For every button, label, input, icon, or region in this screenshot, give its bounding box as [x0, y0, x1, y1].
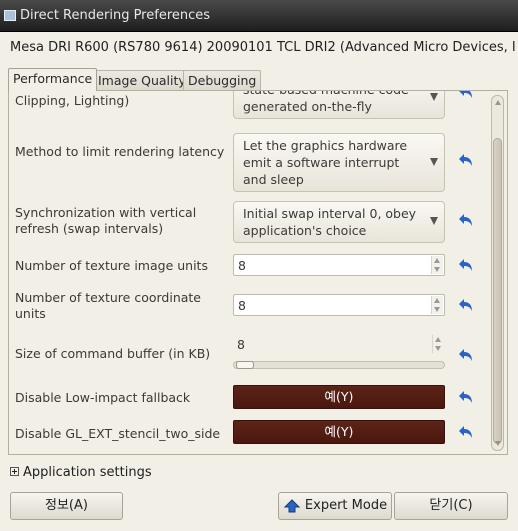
tab-performance[interactable]: Performance [8, 68, 98, 91]
latency-method-select[interactable]: Let the graphics hardware emit a softwar… [233, 133, 445, 192]
spinbox-value: 8 [237, 337, 245, 352]
chevron-down-icon [430, 217, 438, 225]
setting-label: Synchronization with vertical refresh (s… [15, 205, 197, 236]
expert-mode-label: Expert Mode [304, 498, 388, 513]
expert-mode-button[interactable]: Expert Mode [278, 492, 392, 520]
reset-icon[interactable] [459, 425, 475, 441]
command-buffer-spinbox[interactable]: 8 [233, 334, 445, 356]
spin-up-icon[interactable] [434, 258, 440, 263]
reset-icon[interactable] [459, 213, 475, 229]
select-value: Initial swap interval 0, obey applicatio… [243, 206, 417, 238]
spin-down-icon[interactable] [435, 346, 441, 351]
scroll-down-icon[interactable] [495, 441, 501, 446]
vertical-scrollbar[interactable] [491, 95, 504, 451]
lighting-mode-select[interactable]: state-based machine code generated on-th… [233, 91, 445, 119]
setting-label: Clipping, Lighting) [15, 93, 130, 108]
window-title: Direct Rendering Preferences [20, 8, 211, 23]
reset-icon[interactable] [459, 90, 475, 101]
select-value: state-based machine code generated on-th… [243, 91, 409, 114]
chevron-down-icon [430, 93, 438, 101]
expert-mode-icon [283, 498, 301, 512]
texture-coordinate-units-spinbox[interactable]: 8 [233, 294, 445, 316]
info-button[interactable]: 정보(A) [10, 492, 123, 520]
tab-debugging[interactable]: Debugging [183, 70, 262, 90]
texture-image-units-spinbox[interactable]: 8 [233, 254, 445, 276]
spin-buttons[interactable] [432, 335, 444, 353]
application-settings-label: Application settings [23, 465, 152, 480]
reset-icon[interactable] [459, 348, 475, 364]
window-app-icon[interactable] [4, 10, 16, 21]
reset-icon[interactable] [459, 153, 475, 169]
low-impact-fallback-toggle[interactable]: 예(Y) [233, 385, 445, 409]
spin-up-icon[interactable] [434, 298, 440, 303]
title-bar[interactable]: Direct Rendering Preferences [0, 0, 518, 32]
application-settings-expander[interactable]: Application settings [10, 465, 152, 480]
scroll-up-icon[interactable] [495, 100, 501, 105]
spin-down-icon[interactable] [434, 307, 440, 312]
spinbox-value: 8 [238, 258, 246, 273]
setting-label: Method to limit rendering latency [15, 144, 225, 159]
settings-panel: Clipping, Lighting) state-based machine … [8, 90, 508, 455]
setting-label: Disable GL_EXT_stencil_two_side [15, 426, 221, 441]
reset-icon[interactable] [459, 258, 475, 274]
expand-plus-icon[interactable] [10, 467, 19, 476]
spin-down-icon[interactable] [434, 267, 440, 272]
tab-image-quality[interactable]: Image Quality [93, 70, 191, 90]
reset-icon[interactable] [459, 298, 475, 314]
device-title: Mesa DRI R600 (RS780 9614) 20090101 TCL … [10, 40, 515, 55]
stencil-two-side-toggle[interactable]: 예(Y) [233, 420, 445, 444]
scrollbar-thumb[interactable] [493, 138, 502, 444]
command-buffer-slider[interactable] [233, 361, 445, 369]
setting-label: Disable Low-impact fallback [15, 390, 191, 405]
chevron-down-icon [430, 157, 438, 166]
setting-label: Number of texture image units [15, 258, 208, 273]
spinbox-value: 8 [238, 298, 246, 313]
spin-buttons[interactable] [431, 256, 443, 274]
spin-up-icon[interactable] [435, 337, 441, 342]
select-value: Let the graphics hardware emit a softwar… [243, 138, 408, 187]
close-button[interactable]: 닫기(C) [394, 492, 508, 520]
setting-label: Size of command buffer (in KB) [15, 346, 211, 361]
reset-icon[interactable] [459, 390, 475, 406]
slider-handle[interactable] [236, 361, 254, 369]
spin-buttons[interactable] [431, 296, 443, 314]
vsync-select[interactable]: Initial swap interval 0, obey applicatio… [233, 201, 445, 243]
setting-label: Number of texture coordinate units [15, 290, 201, 321]
